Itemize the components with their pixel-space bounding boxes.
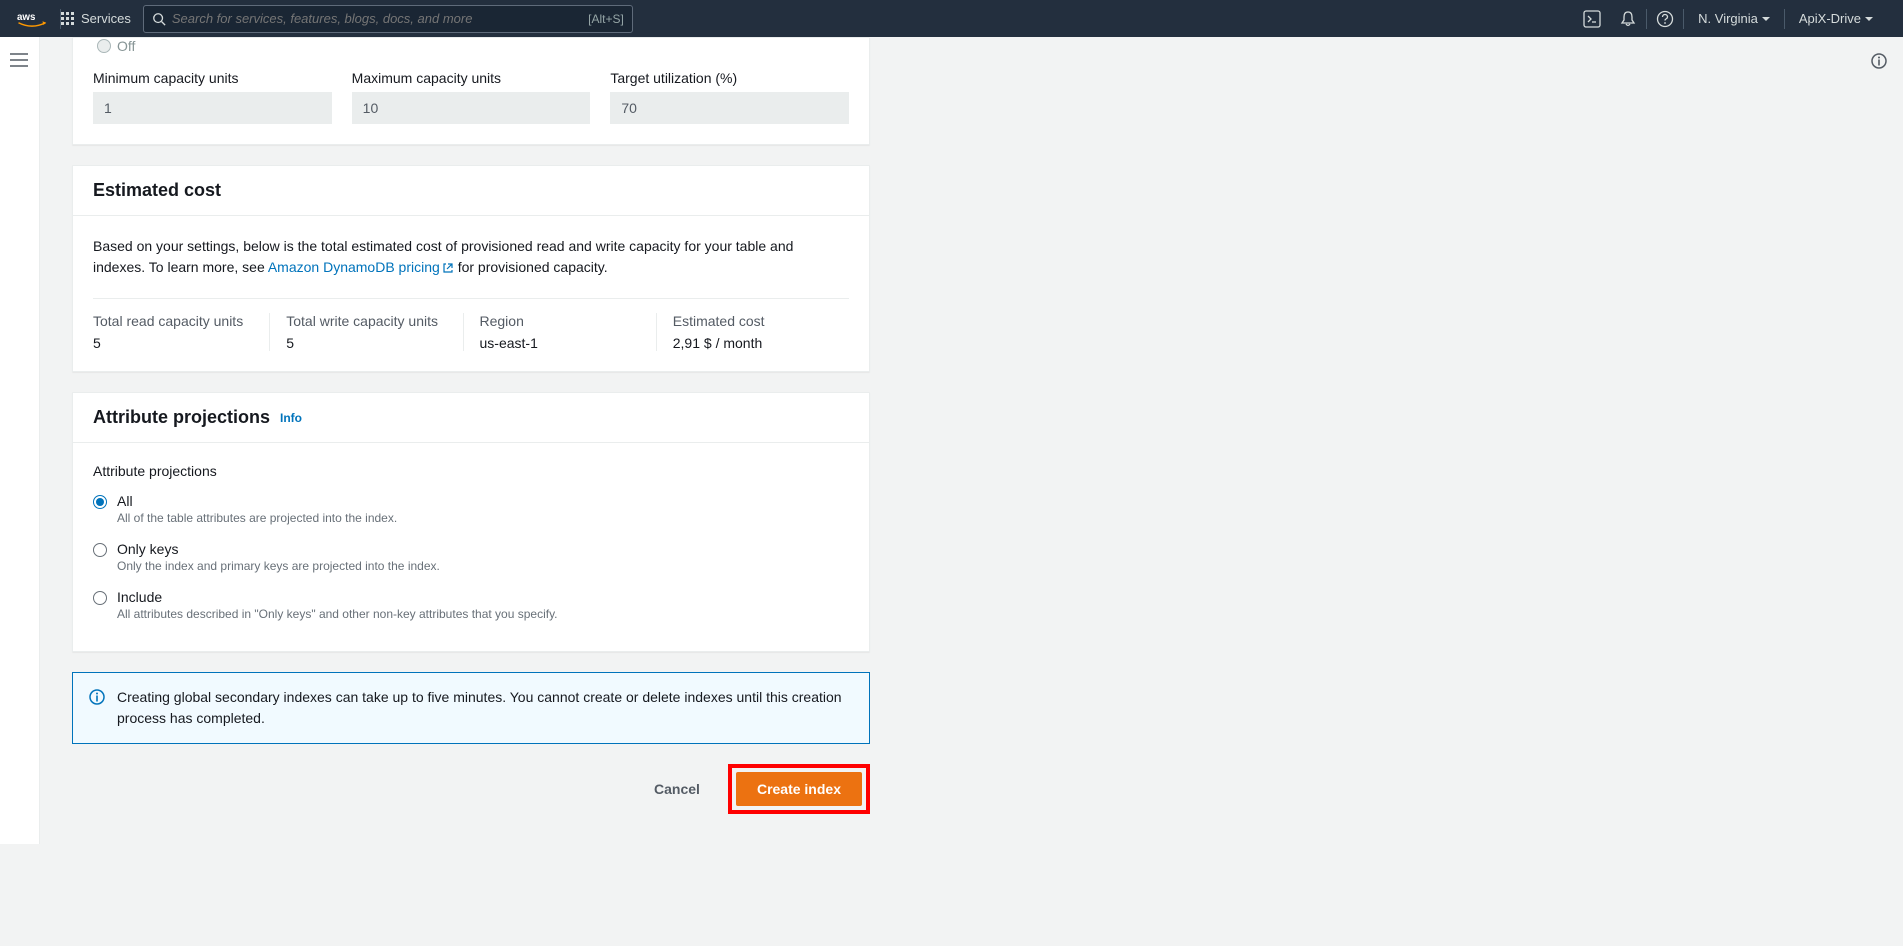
- region-value: us-east-1: [480, 335, 640, 351]
- cost-description: Based on your settings, below is the tot…: [93, 236, 849, 280]
- target-utilization-input: [610, 92, 849, 124]
- radio-selected-icon: [93, 495, 107, 509]
- form-actions: Cancel Create index: [72, 764, 870, 844]
- capacity-panel: Off Minimum capacity units Maximum capac…: [72, 37, 870, 145]
- help-panel-toggle-strip: [1863, 37, 1903, 844]
- read-capacity-label: Total read capacity units: [93, 313, 253, 329]
- aws-logo[interactable]: aws: [16, 10, 48, 28]
- svg-text:aws: aws: [17, 11, 36, 22]
- info-panel-icon[interactable]: [1871, 53, 1895, 72]
- write-capacity-value: 5: [286, 335, 446, 351]
- external-link-icon: [442, 259, 454, 280]
- read-capacity-value: 5: [93, 335, 253, 351]
- account-label: ApiX-Drive: [1799, 11, 1861, 26]
- attribute-projections-panel: Attribute projections Info Attribute pro…: [72, 392, 870, 652]
- aws-top-nav: aws Services [Alt+S] N. Virginia ApiX-Dr…: [0, 0, 1903, 37]
- cost-summary-grid: Total read capacity units 5 Total write …: [93, 313, 849, 351]
- caret-down-icon: [1865, 17, 1873, 21]
- max-capacity-label: Maximum capacity units: [352, 70, 591, 86]
- region-selector[interactable]: N. Virginia: [1684, 0, 1784, 37]
- radio-unselected-icon: [93, 591, 107, 605]
- cloudshell-icon[interactable]: [1574, 0, 1610, 37]
- projection-option-all[interactable]: All All of the table attributes are proj…: [93, 487, 849, 535]
- option-all-label: All: [117, 493, 397, 509]
- projections-heading: Attribute projections: [93, 407, 270, 428]
- dynamodb-pricing-link[interactable]: Amazon DynamoDB pricing: [268, 259, 454, 275]
- hamburger-icon[interactable]: [10, 53, 29, 70]
- search-shortcut: [Alt+S]: [588, 12, 624, 26]
- radio-unselected-icon: [93, 543, 107, 557]
- help-icon[interactable]: [1647, 0, 1683, 37]
- estimated-cost-value: 2,91 $ / month: [673, 335, 833, 351]
- services-menu-button[interactable]: Services: [61, 11, 131, 26]
- services-label: Services: [81, 11, 131, 26]
- option-include-label: Include: [117, 589, 558, 605]
- max-capacity-input: [352, 92, 591, 124]
- projections-subheading: Attribute projections: [93, 463, 849, 479]
- side-nav-toggle-strip: [0, 37, 40, 844]
- radio-unselected-icon: [97, 39, 111, 53]
- notifications-icon[interactable]: [1610, 0, 1646, 37]
- min-capacity-input: [93, 92, 332, 124]
- estimated-cost-panel: Estimated cost Based on your settings, b…: [72, 165, 870, 372]
- write-capacity-label: Total write capacity units: [286, 313, 446, 329]
- region-label: N. Virginia: [1698, 11, 1758, 26]
- estimated-cost-heading: Estimated cost: [93, 180, 221, 201]
- cost-desc-suffix: for provisioned capacity.: [454, 259, 608, 275]
- projection-option-include[interactable]: Include All attributes described in "Onl…: [93, 583, 849, 631]
- screenshot-highlight: Create index: [728, 764, 870, 814]
- creation-time-alert: Creating global secondary indexes can ta…: [72, 672, 870, 744]
- cancel-button[interactable]: Cancel: [638, 773, 716, 805]
- option-only-keys-desc: Only the index and primary keys are proj…: [117, 559, 440, 573]
- target-utilization-label: Target utilization (%): [610, 70, 849, 86]
- search-icon: [152, 12, 166, 26]
- off-label: Off: [117, 38, 135, 54]
- projection-option-only-keys[interactable]: Only keys Only the index and primary key…: [93, 535, 849, 583]
- caret-down-icon: [1762, 17, 1770, 21]
- projections-info-link[interactable]: Info: [280, 411, 302, 425]
- info-icon: [89, 689, 105, 729]
- account-menu[interactable]: ApiX-Drive: [1785, 0, 1887, 37]
- global-search[interactable]: [Alt+S]: [143, 5, 633, 33]
- auto-scaling-off-option[interactable]: Off: [97, 38, 849, 54]
- option-all-desc: All of the table attributes are projecte…: [117, 511, 397, 525]
- region-label: Region: [480, 313, 640, 329]
- min-capacity-label: Minimum capacity units: [93, 70, 332, 86]
- option-only-keys-label: Only keys: [117, 541, 440, 557]
- grid-icon: [61, 12, 75, 26]
- option-include-desc: All attributes described in "Only keys" …: [117, 607, 558, 621]
- search-input[interactable]: [172, 11, 588, 26]
- alert-message: Creating global secondary indexes can ta…: [117, 687, 853, 729]
- estimated-cost-label: Estimated cost: [673, 313, 833, 329]
- pricing-link-text: Amazon DynamoDB pricing: [268, 259, 440, 275]
- create-index-button[interactable]: Create index: [736, 772, 862, 806]
